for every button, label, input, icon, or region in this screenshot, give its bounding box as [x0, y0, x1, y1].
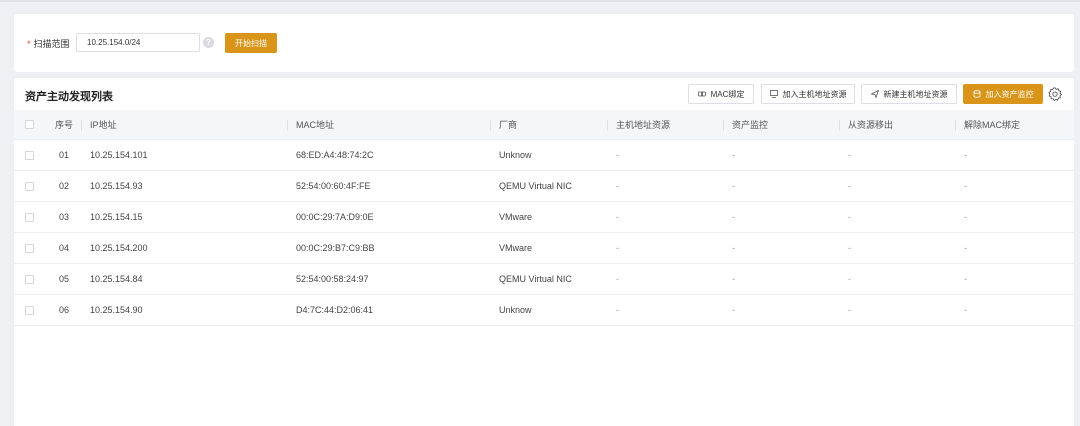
column-header-vendor: 厂商: [499, 120, 518, 130]
column-header-host: 主机地址资源: [616, 120, 671, 130]
row-remove: -: [848, 212, 851, 222]
row-ip: 10.25.154.200: [90, 243, 148, 253]
row-mac: 52:54:00:60:4F:FE: [296, 181, 371, 191]
row-mac: 00:0C:29:B7:C9:BB: [296, 243, 375, 253]
column-header-monitor: 资产监控: [732, 120, 769, 130]
row-remove: -: [848, 243, 851, 253]
row-ip: 10.25.154.101: [90, 150, 148, 160]
table-row[interactable]: 05 10.25.154.84 52:54:00:58:24:97 QEMU V…: [14, 264, 1074, 295]
list-title: 资产主动发现列表: [25, 91, 113, 103]
row-vendor: Unknow: [499, 305, 532, 315]
row-host: -: [616, 243, 619, 253]
row-vendor: Unknow: [499, 150, 532, 160]
row-checkbox[interactable]: [25, 140, 34, 170]
row-monitor: -: [732, 150, 735, 160]
row-vendor: VMware: [499, 212, 533, 222]
column-divider: [490, 120, 491, 131]
column-divider: [723, 120, 724, 131]
database-icon: [973, 90, 980, 98]
row-monitor: -: [732, 243, 735, 253]
row-mac: 00:0C:29:7A:D9:0E: [296, 212, 374, 222]
column-divider: [607, 120, 608, 131]
row-unbind: -: [964, 305, 967, 315]
column-divider: [81, 120, 82, 131]
column-header-mac: MAC地址: [296, 120, 334, 130]
row-unbind: -: [964, 243, 967, 253]
row-host: -: [616, 305, 619, 315]
row-unbind: -: [964, 212, 967, 222]
table-row[interactable]: 01 10.25.154.101 68:ED:A4:48:74:2C Unkno…: [14, 140, 1074, 171]
table-row[interactable]: 06 10.25.154.90 D4:7C:44:D2:06:41 Unknow…: [14, 295, 1074, 326]
scan-range-input[interactable]: [76, 33, 200, 52]
row-remove: -: [848, 181, 851, 191]
row-vendor: VMware: [499, 243, 533, 253]
scan-panel: *扫描范围 ? 开始扫描: [14, 14, 1074, 72]
row-ip: 10.25.154.93: [90, 181, 143, 191]
row-remove: -: [848, 274, 851, 284]
row-no: 01: [59, 150, 70, 160]
scan-range-label: * 扫描范围: [27, 39, 70, 49]
required-mark: *: [27, 39, 31, 49]
column-divider: [839, 120, 840, 131]
start-scan-button[interactable]: 开始扫描: [225, 33, 277, 53]
row-remove: -: [848, 150, 851, 160]
row-vendor: QEMU Virtual NIC: [499, 181, 572, 191]
row-vendor: QEMU Virtual NIC: [499, 274, 572, 284]
row-monitor: -: [732, 181, 735, 191]
row-checkbox[interactable]: [25, 171, 34, 201]
column-header-ip: IP地址: [90, 120, 117, 130]
column-header-no: 序号: [55, 120, 74, 130]
select-all-checkbox[interactable]: [25, 110, 34, 139]
table-row[interactable]: 03 10.25.154.15 00:0C:29:7A:D9:0E VMware…: [14, 202, 1074, 233]
table-row[interactable]: 02 10.25.154.93 52:54:00:60:4F:FE QEMU V…: [14, 171, 1074, 202]
row-host: -: [616, 150, 619, 160]
row-mac: 52:54:00:58:24:97: [296, 274, 369, 284]
gear-icon[interactable]: [1048, 87, 1062, 101]
column-header-unbind: 解除MAC绑定: [964, 120, 1020, 130]
row-host: -: [616, 212, 619, 222]
row-checkbox[interactable]: [25, 233, 34, 263]
discovery-list-panel: 资产主动发现列表 MAC绑定 加入主机地址资源 新建主机地址资源 加入资产监控 …: [14, 78, 1074, 426]
row-no: 06: [59, 305, 70, 315]
row-ip: 10.25.154.15: [90, 212, 143, 222]
window-top-border: [0, 0, 1080, 2]
mac-bind-button[interactable]: MAC绑定: [688, 84, 754, 104]
row-checkbox[interactable]: [25, 295, 34, 325]
row-host: -: [616, 181, 619, 191]
row-checkbox[interactable]: [25, 202, 34, 232]
row-monitor: -: [732, 212, 735, 222]
row-mac: 68:ED:A4:48:74:2C: [296, 150, 374, 160]
row-mac: D4:7C:44:D2:06:41: [296, 305, 374, 315]
row-no: 02: [59, 181, 70, 191]
row-no: 05: [59, 274, 70, 284]
row-monitor: -: [732, 305, 735, 315]
row-unbind: -: [964, 181, 967, 191]
send-icon: [870, 90, 879, 98]
column-divider: [955, 120, 956, 131]
row-no: 03: [59, 212, 70, 222]
row-ip: 10.25.154.90: [90, 305, 143, 315]
row-unbind: -: [964, 274, 967, 284]
question-icon[interactable]: ?: [203, 37, 214, 48]
column-header-remove: 从资源移出: [848, 120, 894, 130]
row-no: 04: [59, 243, 70, 253]
add-host-resource-button[interactable]: 加入主机地址资源: [761, 84, 855, 104]
row-unbind: -: [964, 150, 967, 160]
row-monitor: -: [732, 274, 735, 284]
row-remove: -: [848, 305, 851, 315]
link-icon: [697, 91, 706, 97]
row-checkbox[interactable]: [25, 264, 34, 294]
table-row[interactable]: 04 10.25.154.200 00:0C:29:B7:C9:BB VMwar…: [14, 233, 1074, 264]
table-header: 序号 IP地址 MAC地址 厂商 主机地址资源 资产监控 从资源移出 解除MAC…: [14, 110, 1074, 140]
add-asset-monitor-button[interactable]: 加入资产监控: [963, 84, 1043, 104]
row-host: -: [616, 274, 619, 284]
new-host-resource-button[interactable]: 新建主机地址资源: [861, 84, 957, 104]
column-divider: [287, 120, 288, 131]
host-icon: [769, 90, 778, 98]
row-ip: 10.25.154.84: [90, 274, 143, 284]
